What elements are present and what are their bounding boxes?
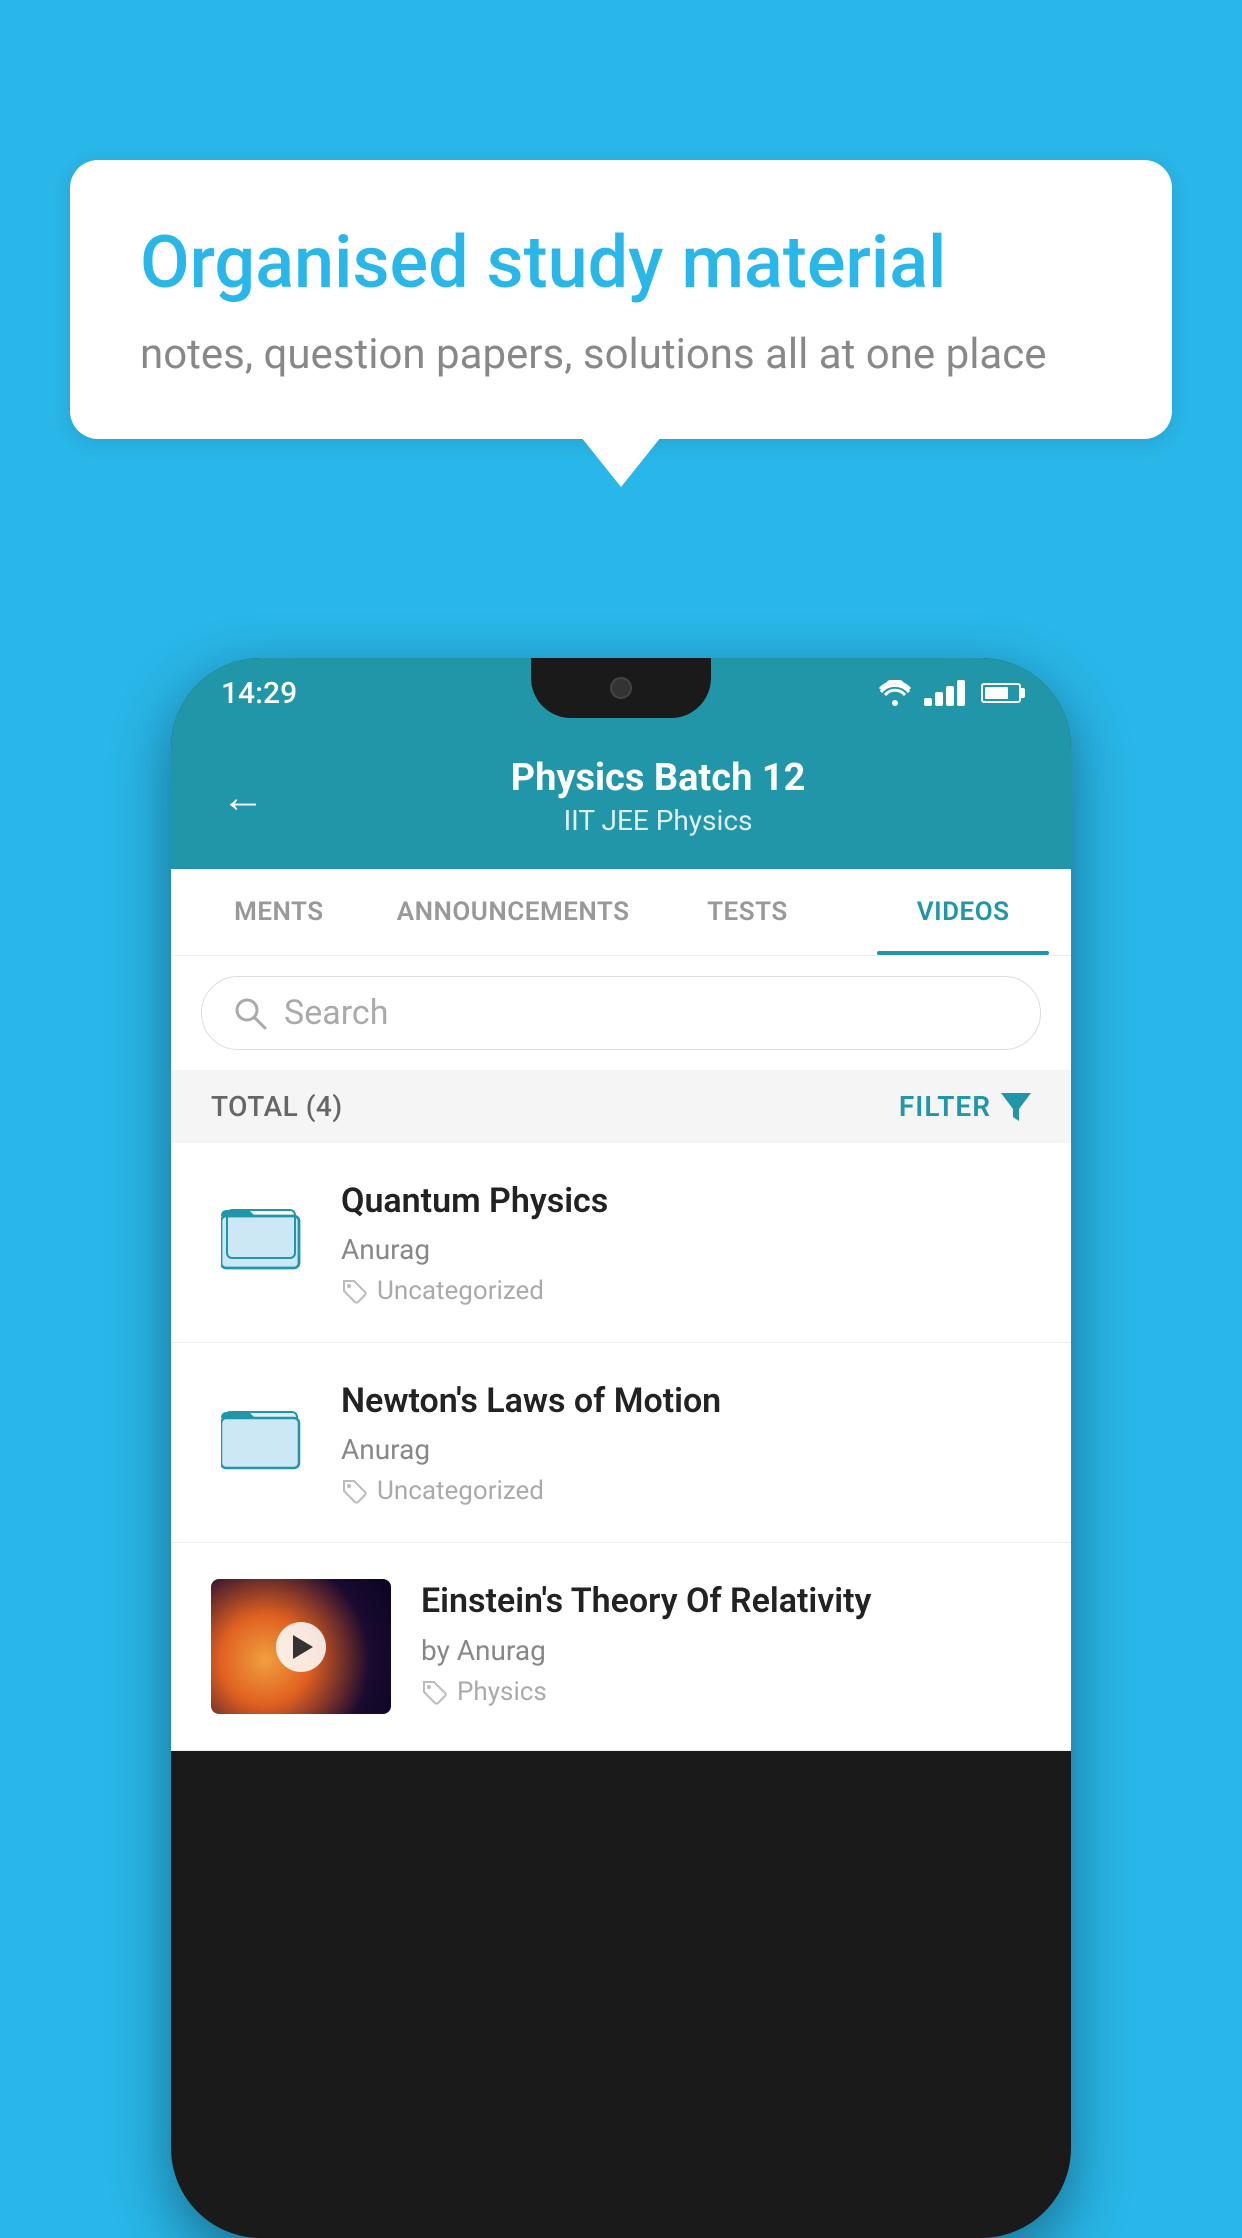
folder-icon-wrapper <box>211 1387 311 1487</box>
video-author: Anurag <box>341 1433 1031 1466</box>
video-tag: Uncategorized <box>341 1276 1031 1306</box>
speech-bubble-section: Organised study material notes, question… <box>70 160 1172 487</box>
battery-icon <box>981 683 1021 703</box>
header-title: Physics Batch 12 <box>295 756 1021 800</box>
folder-icon <box>221 1397 301 1477</box>
battery-fill <box>985 687 1008 699</box>
video-title: Quantum Physics <box>341 1179 1031 1223</box>
header-title-area: Physics Batch 12 IIT JEE Physics <box>295 756 1021 837</box>
video-info: Newton's Laws of Motion Anurag Uncategor… <box>341 1379 1031 1506</box>
video-list: Quantum Physics Anurag Uncategorized <box>171 1143 1071 1751</box>
wifi-icon <box>878 680 912 706</box>
tab-tests[interactable]: TESTS <box>640 869 856 955</box>
tag-icon <box>341 1278 367 1304</box>
speech-bubble-subtitle: notes, question papers, solutions all at… <box>140 330 1102 379</box>
video-info: Einstein's Theory Of Relativity by Anura… <box>421 1579 1031 1706</box>
notch <box>531 658 711 718</box>
header-subtitle: IIT JEE Physics <box>295 804 1021 837</box>
signal-bar-3 <box>946 686 954 706</box>
tag-icon <box>421 1679 447 1705</box>
signal-bar-2 <box>935 692 943 706</box>
tabs-bar: MENTS ANNOUNCEMENTS TESTS VIDEOS <box>171 869 1071 956</box>
speech-bubble-title: Organised study material <box>140 220 1102 306</box>
search-container: Search <box>171 956 1071 1070</box>
signal-bars <box>924 680 965 706</box>
video-thumbnail <box>211 1579 391 1714</box>
speech-bubble-card: Organised study material notes, question… <box>70 160 1172 439</box>
status-icons <box>878 680 1021 706</box>
video-author: Anurag <box>341 1233 1031 1266</box>
video-tag: Uncategorized <box>341 1476 1031 1506</box>
filter-bar: TOTAL (4) FILTER <box>171 1070 1071 1143</box>
folder-icon <box>221 1197 301 1277</box>
video-tag: Physics <box>421 1677 1031 1707</box>
total-count: TOTAL (4) <box>211 1090 343 1123</box>
list-item[interactable]: Einstein's Theory Of Relativity by Anura… <box>171 1543 1071 1751</box>
status-time: 14:29 <box>221 676 297 711</box>
search-bar[interactable]: Search <box>201 976 1041 1050</box>
list-item[interactable]: Newton's Laws of Motion Anurag Uncategor… <box>171 1343 1071 1543</box>
speech-bubble-arrow <box>581 437 661 487</box>
tag-icon <box>341 1478 367 1504</box>
video-title: Einstein's Theory Of Relativity <box>421 1579 1031 1623</box>
list-item[interactable]: Quantum Physics Anurag Uncategorized <box>171 1143 1071 1343</box>
play-button[interactable] <box>276 1622 326 1672</box>
search-placeholder: Search <box>284 993 388 1033</box>
back-button[interactable]: ← <box>221 771 265 823</box>
status-bar: 14:29 <box>171 658 1071 728</box>
video-info: Quantum Physics Anurag Uncategorized <box>341 1179 1031 1306</box>
filter-icon <box>1001 1093 1031 1121</box>
filter-button[interactable]: FILTER <box>899 1090 1031 1123</box>
camera-dot <box>610 677 632 699</box>
search-icon <box>232 995 268 1031</box>
signal-bar-1 <box>924 698 932 706</box>
video-title: Newton's Laws of Motion <box>341 1379 1031 1423</box>
play-triangle <box>293 1635 313 1659</box>
tab-videos[interactable]: VIDEOS <box>855 869 1071 955</box>
tab-announcements[interactable]: ANNOUNCEMENTS <box>387 869 640 955</box>
video-author: by Anurag <box>421 1634 1031 1667</box>
signal-bar-4 <box>957 680 965 706</box>
phone-frame: 14:29 ← <box>171 658 1071 2238</box>
app-header: ← Physics Batch 12 IIT JEE Physics <box>171 728 1071 869</box>
tab-ments[interactable]: MENTS <box>171 869 387 955</box>
folder-icon-wrapper <box>211 1187 311 1287</box>
